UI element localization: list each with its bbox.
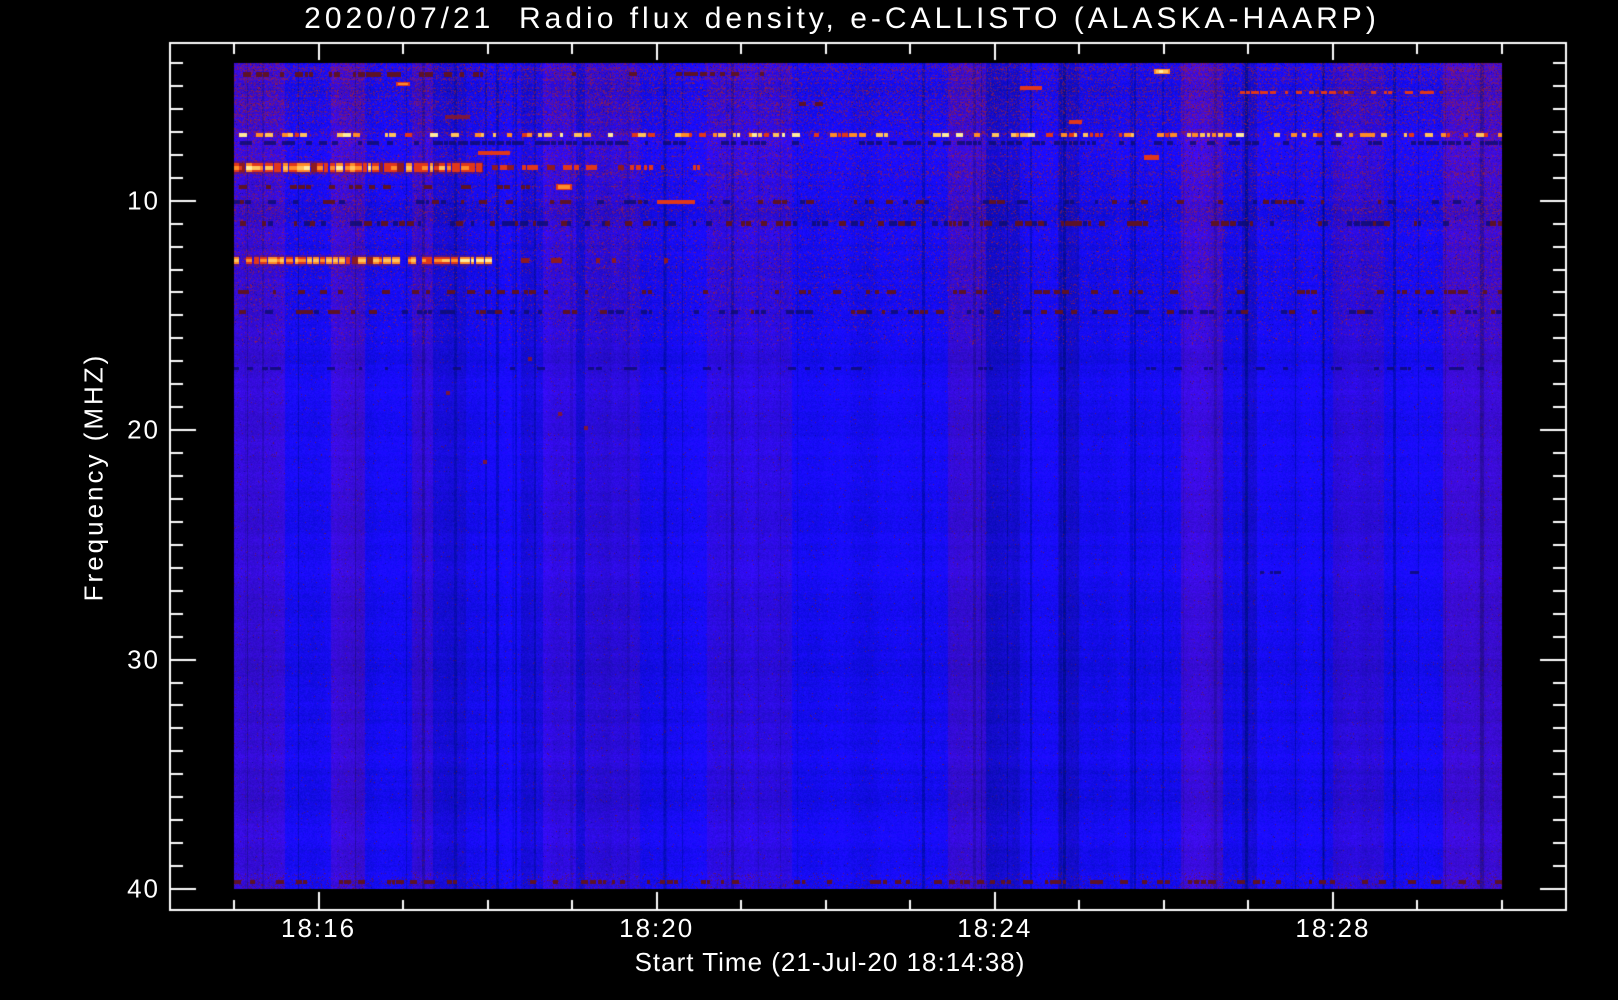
y-axis-title: Frequency (MHZ) [78,352,109,602]
y-tick-label: 40 [127,873,160,904]
x-tick-label: 18:24 [957,913,1033,943]
spectrogram-page: { "chart_data": { "type": "heatmap", "ti… [0,0,1618,1000]
y-tick-label: 30 [127,644,160,675]
x-axis-title: Start Time (21-Jul-20 18:14:38) [634,947,1026,977]
chart-title: 2020/07/21 Radio flux density, e-CALLIST… [304,2,1380,35]
spectrogram-canvas [0,0,1618,1000]
x-tick-label: 18:28 [1295,913,1371,943]
x-tick-label: 18:20 [619,913,695,943]
y-tick-label: 20 [127,414,160,445]
y-tick-label: 10 [127,185,160,216]
x-tick-label: 18:16 [280,913,357,943]
